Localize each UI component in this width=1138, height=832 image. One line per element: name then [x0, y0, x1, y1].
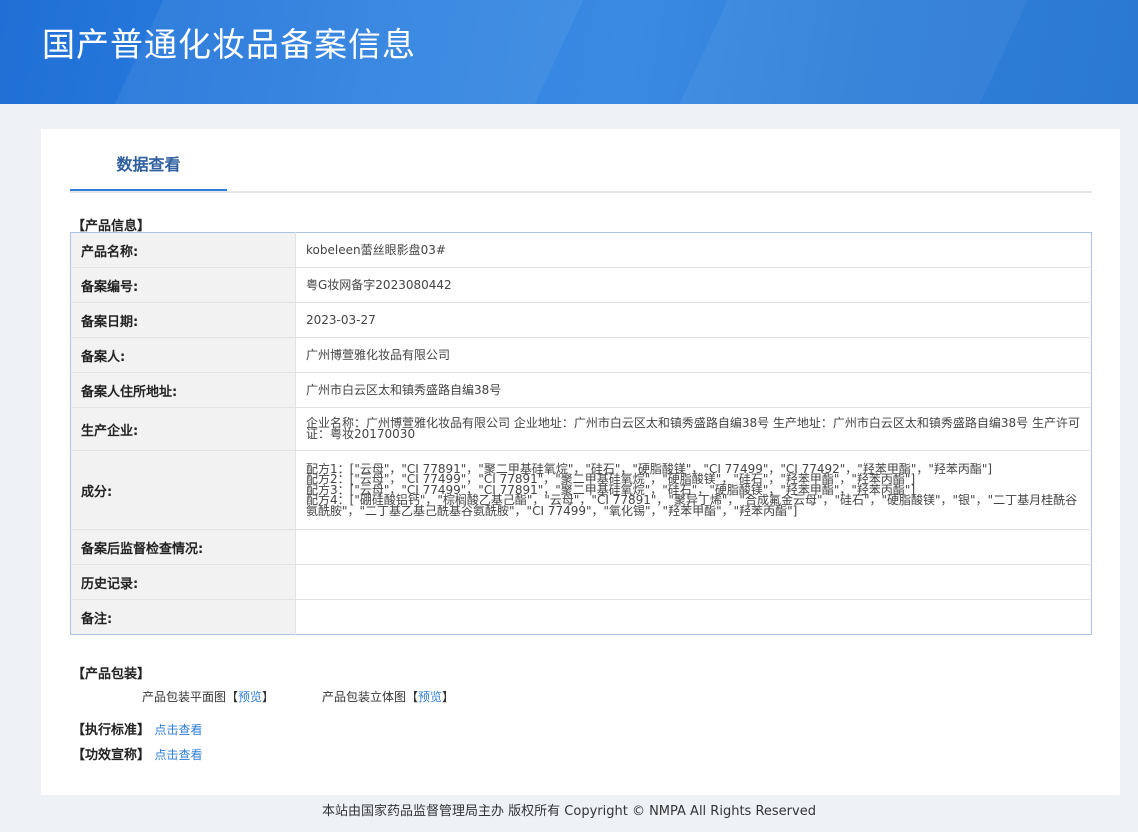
table-row: 历史记录: — [70, 564, 1092, 600]
preview-link-solid[interactable]: 预览 — [418, 690, 442, 704]
row-key: 备案编号: — [70, 267, 296, 303]
tab-bar: 数据查看 — [70, 129, 1092, 193]
table-row: 产品名称: kobeleen蕾丝眼影盘03# — [70, 232, 1092, 268]
row-key: 备案人: — [70, 337, 296, 373]
row-key: 备注: — [70, 599, 296, 635]
header-decoration — [653, 0, 1047, 104]
row-value: 广州博萱雅化妆品有限公司 — [295, 337, 1092, 373]
row-value: 2023-03-27 — [295, 302, 1092, 338]
package-flat-row: 产品包装平面图【预览】 — [142, 688, 274, 705]
page-header: 国产普通化妆品备案信息 — [0, 0, 1138, 104]
bracket: 【 — [226, 690, 239, 704]
package-flat-label: 产品包装平面图 — [142, 690, 227, 704]
tab-data-view[interactable]: 数据查看 — [70, 129, 227, 191]
efficacy-label: 【功效宣称】 — [72, 748, 151, 763]
row-key: 备案人住所地址: — [70, 372, 296, 408]
bracket: 】 — [262, 690, 275, 704]
bracket: 】 — [442, 690, 455, 704]
packaging-label: 【产品包装】 — [72, 667, 151, 682]
preview-link-flat[interactable]: 预览 — [238, 690, 262, 704]
standard-row: 【执行标准】 点击查看 — [72, 719, 203, 738]
row-key: 生产企业: — [70, 407, 296, 451]
table-row: 成分: 配方1：["云母"，"CI 77891"，"聚二甲基硅氧烷"，"硅石"，… — [70, 450, 1092, 530]
row-value: 企业名称：广州博萱雅化妆品有限公司 企业地址：广州市白云区太和镇秀盛路自编38号… — [295, 407, 1092, 451]
row-value: 配方1：["云母"，"CI 77891"，"聚二甲基硅氧烷"，"硅石"，"硬脂酸… — [295, 450, 1092, 530]
standard-view-link[interactable]: 点击查看 — [155, 723, 203, 737]
row-value — [295, 529, 1092, 565]
efficacy-row: 【功效宣称】 点击查看 — [72, 744, 203, 763]
row-value: 广州市白云区太和镇秀盛路自编38号 — [295, 372, 1092, 408]
package-solid-row: 产品包装立体图【预览】 — [322, 688, 454, 705]
table-row: 备案人住所地址: 广州市白云区太和镇秀盛路自编38号 — [70, 372, 1092, 408]
standard-label: 【执行标准】 — [72, 723, 151, 738]
page-title: 国产普通化妆品备案信息 — [42, 25, 416, 64]
product-info-table: 产品名称: kobeleen蕾丝眼影盘03# 备案编号: 粤G妆网备字20230… — [70, 232, 1092, 635]
table-row: 备注: — [70, 599, 1092, 635]
row-value — [295, 599, 1092, 635]
row-value: kobeleen蕾丝眼影盘03# — [306, 242, 446, 257]
row-key: 历史记录: — [70, 564, 296, 600]
row-key: 备案后监督检查情况: — [70, 529, 296, 565]
efficacy-view-link[interactable]: 点击查看 — [155, 748, 203, 762]
table-row: 备案日期: 2023-03-27 — [70, 302, 1092, 338]
table-row: 备案编号: 粤G妆网备字2023080442 — [70, 267, 1092, 303]
row-value — [295, 564, 1092, 600]
row-key: 成分: — [70, 450, 296, 530]
package-solid-label: 产品包装立体图 — [322, 690, 407, 704]
table-row: 备案人: 广州博萱雅化妆品有限公司 — [70, 337, 1092, 373]
row-key: 产品名称: — [70, 232, 296, 268]
footer-copyright: 本站由国家药品监督管理局主办 版权所有 Copyright © NMPA All… — [322, 804, 816, 819]
row-value: 粤G妆网备字2023080442 — [295, 267, 1092, 303]
row-key: 备案日期: — [70, 302, 296, 338]
bracket: 【 — [406, 690, 419, 704]
table-row: 生产企业: 企业名称：广州博萱雅化妆品有限公司 企业地址：广州市白云区太和镇秀盛… — [70, 407, 1092, 451]
content-panel: 数据查看 【产品信息】 产品名称: kobeleen蕾丝眼影盘03# 备案编号:… — [41, 129, 1120, 795]
table-row: 备案后监督检查情况: — [70, 529, 1092, 565]
